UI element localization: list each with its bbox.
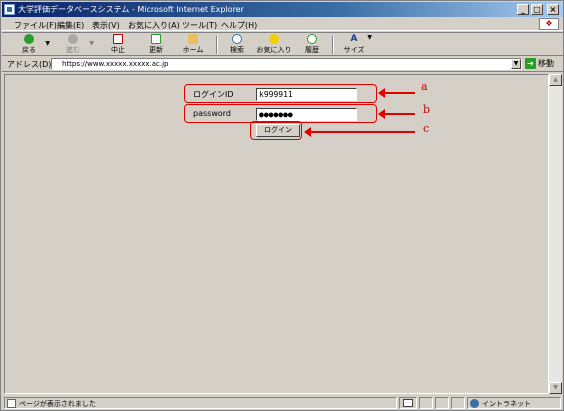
forward-arrow-icon [68,34,78,44]
text-size-button[interactable]: A サイズ ▼ [340,34,372,56]
windows-logo-icon: ❖ [539,18,559,30]
scroll-up-icon[interactable]: ▲ [549,74,562,86]
status-panel-empty-1 [419,397,433,409]
intranet-icon [470,399,479,408]
status-panel-lock [399,397,417,409]
go-button[interactable]: ➜ 移動 [525,58,554,70]
window-title: 大学評価データベースシステム - Microsoft Internet Expl… [18,5,244,14]
status-bar: ページが表示されました イントラネット [2,396,563,410]
history-icon [307,34,317,44]
forward-button[interactable]: 進む ▼ [60,34,94,56]
toolbar-separator [216,36,218,54]
address-url[interactable]: https://www.xxxxx.xxxxx.ac.jp [62,60,168,68]
go-arrow-icon: ➜ [525,58,536,69]
go-label: 移動 [538,59,554,68]
status-text-panel: ページが表示されました [4,397,397,409]
address-label: アドレス(D) [7,60,52,69]
forward-label: 進む [66,46,80,54]
history-button[interactable]: 履歴 [300,34,324,56]
search-icon [232,34,242,44]
annotation-label-b: b [423,103,431,116]
search-button[interactable]: 検索 [224,34,250,56]
back-arrow-icon [24,34,34,44]
annotation-label-c: c [423,122,430,135]
refresh-label: 更新 [149,46,163,54]
stop-label: 中止 [111,46,125,54]
address-dropdown-icon[interactable]: ▼ [511,59,521,69]
address-bar: アドレス(D) https://www.xxxxx.xxxxx.ac.jp ▼ … [2,56,563,72]
status-panel-empty-2 [435,397,449,409]
title-bar[interactable]: 大学評価データベースシステム - Microsoft Internet Expl… [2,2,563,17]
ie-app-icon[interactable] [4,4,15,15]
star-icon [269,34,279,44]
maximize-button[interactable]: □ [531,4,543,15]
page-content: ログインID k999911 password ●●●●●●● ログイン a b… [4,74,549,394]
back-label: 戻る [22,46,36,54]
stop-button[interactable]: 中止 [104,34,132,56]
annotation-arrow-b [378,109,415,119]
annotation-arrow-a [378,88,415,98]
text-size-dropdown-icon[interactable]: ▼ [367,34,372,41]
home-label: ホーム [182,46,204,54]
menu-edit[interactable]: 編集(E) [57,20,84,31]
menu-view[interactable]: 表示(V) [92,20,120,31]
login-id-row: ログインID k999911 [184,84,377,103]
page-icon [403,399,413,407]
status-text: ページが表示されました [19,400,96,408]
back-dropdown-icon[interactable]: ▼ [45,40,50,47]
scroll-down-icon[interactable]: ▼ [549,382,562,394]
status-panel-empty-3 [451,397,465,409]
favorites-button[interactable]: お気に入り [254,34,294,56]
password-input[interactable]: ●●●●●●● [256,108,357,121]
login-id-label: ログインID [193,90,234,99]
back-button[interactable]: 戻る ▼ [16,34,50,56]
refresh-button[interactable]: 更新 [142,34,170,56]
login-id-input[interactable]: k999911 [256,88,357,101]
menu-bar: ファイル(F) 編集(E) 表示(V) お気に入り(A) ツール(T) ヘルプ(… [2,18,563,31]
annotation-arrow-c [304,127,415,137]
minimize-button[interactable]: _ [517,4,529,15]
toolbar: 戻る ▼ 進む ▼ 中止 更新 ホーム 検索 お気に入り 履歴 A サイズ ▼ [2,32,563,56]
refresh-icon [151,34,161,44]
favorites-label: お気に入り [256,46,292,54]
page-done-icon [7,399,16,408]
home-button[interactable]: ホーム [178,34,208,56]
home-icon [188,34,198,44]
text-size-label: サイズ [343,46,365,54]
menu-tools[interactable]: ツール(T) [182,20,217,31]
close-button[interactable]: × [547,4,559,15]
search-label: 検索 [230,46,244,54]
login-button[interactable]: ログイン [256,124,300,137]
menu-help[interactable]: ヘルプ(H) [221,20,257,31]
stop-icon [113,34,123,44]
history-label: 履歴 [305,46,319,54]
menu-favorites[interactable]: お気に入り(A) [128,20,180,31]
toolbar-separator [332,36,334,54]
status-zone-panel: イントラネット [467,397,561,409]
address-input[interactable]: https://www.xxxxx.xxxxx.ac.jp ▼ [51,58,522,70]
browser-window: 大学評価データベースシステム - Microsoft Internet Expl… [0,0,564,411]
vertical-scrollbar[interactable]: ▲ ▼ [549,74,562,394]
zone-text: イントラネット [482,400,531,408]
text-size-icon: A [350,34,358,44]
password-label: password [193,109,231,118]
annotation-label-a: a [421,80,428,93]
forward-dropdown-icon[interactable]: ▼ [89,40,94,47]
menu-file[interactable]: ファイル(F) [14,20,57,31]
